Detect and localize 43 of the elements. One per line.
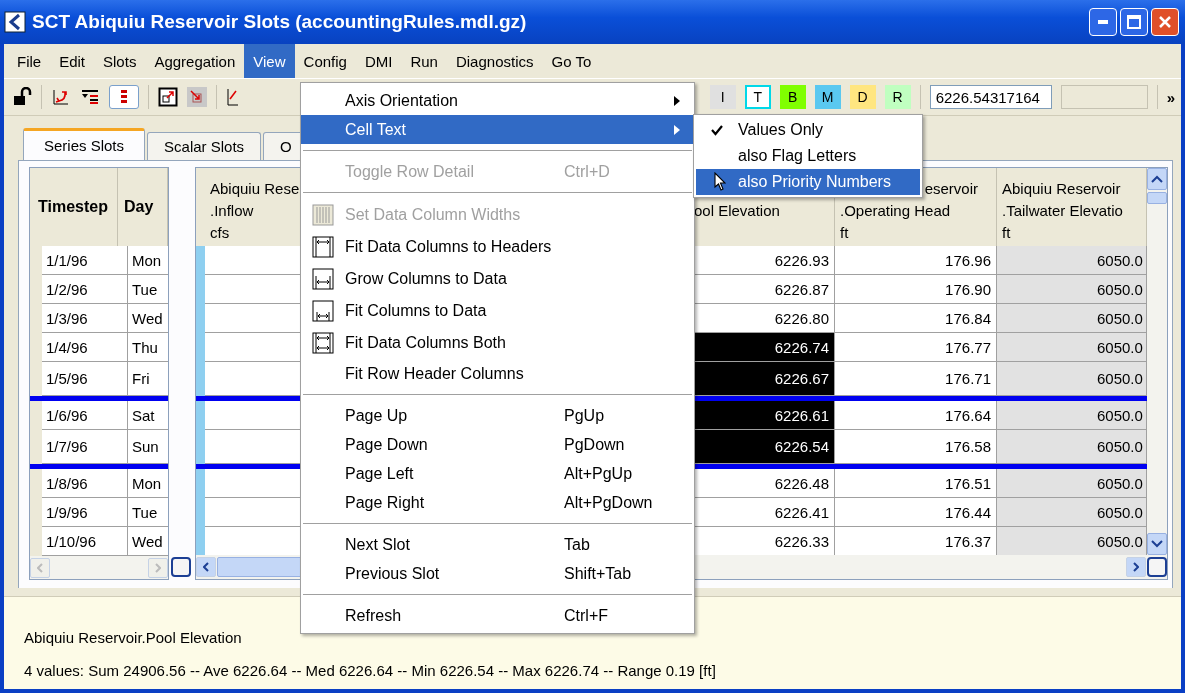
window-title: SCT Abiquiu Reservoir Slots (accountingRules.mdl.gz) (32, 11, 528, 33)
value-cell: 6050.0 (997, 333, 1147, 362)
value-cell: 176.44 (835, 498, 997, 527)
date-cell: 1/7/96 (42, 430, 128, 464)
value-cell: 176.51 (835, 469, 997, 498)
value-cell: 176.90 (835, 275, 997, 304)
statistics-text: 4 values: Sum 24906.56 -- Ave 6226.64 -- Med 6226.64 -- Min 6226.54 -- Max 6226.74 -- Range 0.19 [ft] (24, 662, 717, 679)
value-cell: 6050.0 (997, 246, 1147, 275)
value-cell: 6050.0 (997, 362, 1147, 396)
value-cell: 6050.0 (997, 527, 1147, 555)
date-cell: 1/6/96 (42, 401, 128, 430)
value-cell: 176.64 (835, 401, 997, 430)
value-cell: 6050.0 (997, 275, 1147, 304)
day-cell: Tue (128, 275, 168, 304)
value-cell: 176.37 (835, 527, 997, 555)
day-cell: Sun (128, 430, 168, 464)
value-cell: 176.96 (835, 246, 997, 275)
date-cell: 1/9/96 (42, 498, 128, 527)
date-cell: 1/10/96 (42, 527, 128, 556)
date-cell: 1/3/96 (42, 304, 128, 333)
date-cell: 1/2/96 (42, 275, 128, 304)
date-cell: 1/8/96 (42, 469, 128, 498)
day-cell: Thu (128, 333, 168, 362)
day-cell: Mon (128, 246, 168, 275)
value-cell: 6050.0 (997, 304, 1147, 333)
value-cell: 176.71 (835, 362, 997, 396)
value-cell: 6050.0 (997, 401, 1147, 430)
date-cell: 1/4/96 (42, 333, 128, 362)
value-cell: 176.58 (835, 430, 997, 464)
day-cell: Wed (128, 304, 168, 333)
day-cell: Fri (128, 362, 168, 396)
day-cell: Tue (128, 498, 168, 527)
value-cell: 176.84 (835, 304, 997, 333)
date-cell: 1/5/96 (42, 362, 128, 396)
value-cell: 6050.0 (997, 469, 1147, 498)
value-cell: 176.77 (835, 333, 997, 362)
value-cell: 6050.0 (997, 498, 1147, 527)
day-cell: Wed (128, 527, 168, 556)
date-cell: 1/1/96 (42, 246, 128, 275)
day-cell: Mon (128, 469, 168, 498)
value-cell: 6050.0 (997, 430, 1147, 464)
slot-name: Abiquiu Reservoir.Pool Elevation (24, 629, 243, 646)
day-cell: Sat (128, 401, 168, 430)
